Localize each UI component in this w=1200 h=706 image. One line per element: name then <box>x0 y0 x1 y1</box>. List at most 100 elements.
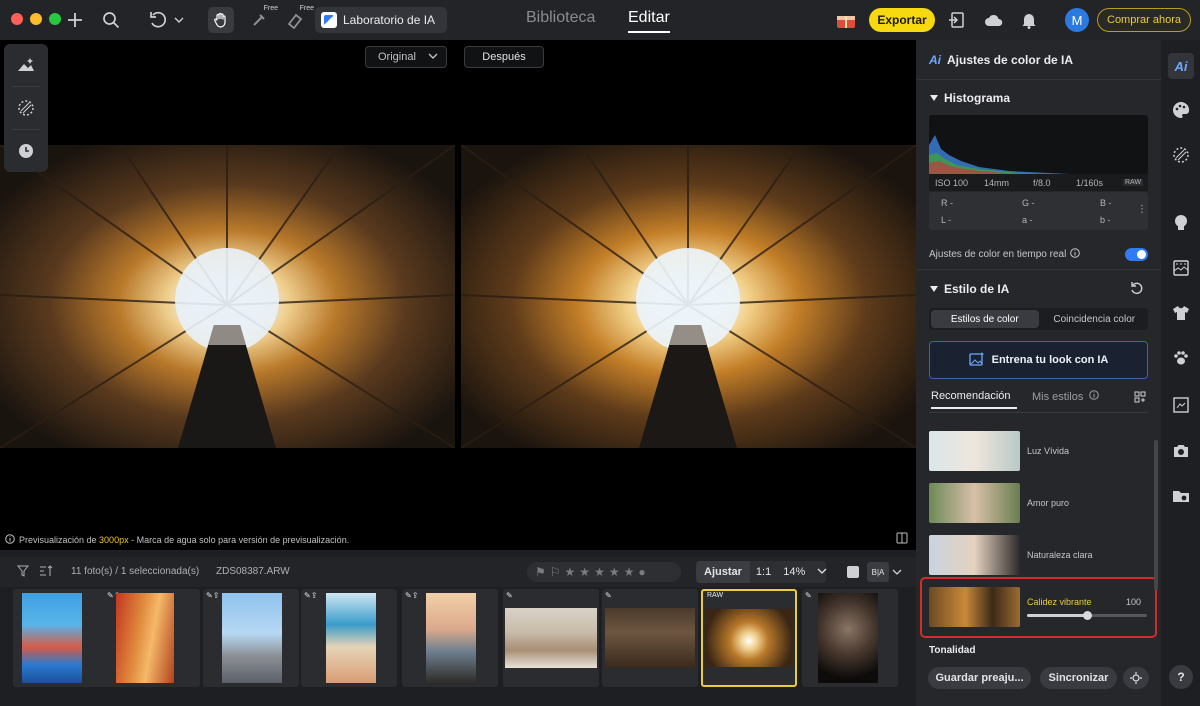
background-icon[interactable] <box>1169 256 1193 280</box>
train-look-label: Entrena tu look con IA <box>991 354 1109 366</box>
tab-library[interactable]: Biblioteca <box>526 9 595 27</box>
save-preset-button[interactable]: Guardar preaju... <box>928 667 1031 689</box>
chevron-down-icon[interactable] <box>811 566 833 579</box>
style-item-luz-vivida[interactable]: Luz Vívida <box>929 431 1139 473</box>
color-label-icon[interactable]: ● <box>638 565 645 579</box>
eraser-tool-icon[interactable]: Free <box>283 5 314 32</box>
zoom-window-button[interactable] <box>49 13 61 25</box>
style-thumbnail <box>929 431 1020 471</box>
info-icon[interactable] <box>1070 248 1081 261</box>
grid-view-icon[interactable] <box>1134 391 1146 406</box>
star-icon[interactable]: ★ <box>579 565 590 579</box>
tonality-section-header[interactable]: Tonalidad <box>929 645 975 656</box>
cloud-icon[interactable] <box>982 8 1006 32</box>
thumbnail[interactable]: ✎⇪ <box>203 589 299 687</box>
edited-icon: ✎⇪ <box>304 591 318 600</box>
ai-style-section-header[interactable]: Estilo de IA <box>930 282 1009 296</box>
star-icon[interactable]: ★ <box>609 565 620 579</box>
right-tool-rail: Ai ? <box>1161 40 1200 706</box>
bell-icon[interactable] <box>1017 8 1041 32</box>
thumbnail[interactable]: ✎⇪ <box>402 589 498 687</box>
after-button[interactable]: Después <box>464 46 544 68</box>
search-icon[interactable] <box>99 8 123 32</box>
close-window-button[interactable] <box>11 13 23 25</box>
edited-photo <box>461 145 916 448</box>
noise-reduction-icon[interactable] <box>4 87 48 129</box>
filmstrip-toolbar: 11 foto(s) / 1 seleccionada(s) ZDS08387.… <box>0 557 916 587</box>
minimize-window-button[interactable] <box>30 13 42 25</box>
thumbnail[interactable]: ✎⇪ <box>104 589 200 687</box>
gift-icon[interactable] <box>834 8 858 32</box>
more-options-icon[interactable]: ⋮ <box>1137 204 1147 215</box>
chevron-down-icon[interactable] <box>892 566 902 580</box>
export-button[interactable]: Exportar <box>869 8 935 32</box>
panel-title: Ajustes de color de IA <box>947 52 1074 67</box>
view-mode-select[interactable]: Original <box>365 46 447 68</box>
folder-view-icon[interactable] <box>1169 484 1193 508</box>
seg-color-match[interactable]: Coincidencia color <box>1041 308 1149 330</box>
image-canvas[interactable]: Original Después Previsualización de 300… <box>0 40 916 550</box>
thumbnail[interactable]: ✎ <box>503 589 599 687</box>
style-thumbnail <box>929 535 1020 575</box>
tab-recommended[interactable]: Recomendación <box>931 390 1021 409</box>
reject-flag-icon[interactable]: ⚐ <box>550 565 561 579</box>
thumbnail-selected[interactable]: RAW <box>701 589 797 687</box>
image-sparkle-icon <box>968 351 985 369</box>
ai-lab-button[interactable]: Laboratorio de IA <box>315 7 447 33</box>
single-view-icon[interactable] <box>847 566 859 578</box>
thumbnail[interactable] <box>13 589 109 687</box>
star-icon[interactable]: ★ <box>565 565 576 579</box>
collapse-triangle-icon <box>930 286 938 292</box>
thumbnail[interactable]: ✎⇪ <box>301 589 397 687</box>
flag-icon[interactable]: ⚑ <box>535 565 546 579</box>
clothing-icon[interactable] <box>1169 301 1193 325</box>
sort-icon[interactable] <box>39 564 53 581</box>
before-after-view-button[interactable]: B|A <box>867 562 889 582</box>
buy-now-button[interactable]: Comprar ahora <box>1097 8 1191 32</box>
pet-icon[interactable] <box>1169 346 1193 370</box>
denoise-icon[interactable] <box>1169 143 1193 167</box>
sync-settings-icon[interactable] <box>1123 667 1149 689</box>
style-mode-segmented: Estilos de color Coincidencia color <box>929 308 1148 330</box>
palette-icon[interactable] <box>1169 98 1193 122</box>
fit-button[interactable]: Ajustar <box>696 561 750 583</box>
add-icon[interactable] <box>63 8 87 32</box>
histogram-section-header[interactable]: Histograma <box>930 91 1010 105</box>
landscape-ai-icon[interactable] <box>4 44 48 86</box>
history-icon[interactable] <box>4 130 48 172</box>
hand-tool-icon[interactable] <box>208 7 234 33</box>
ai-color-icon[interactable]: Ai <box>1168 53 1194 79</box>
retouch-tool-icon[interactable]: Free <box>247 5 278 32</box>
one-to-one-button[interactable]: 1:1 <box>750 566 777 578</box>
zoom-level[interactable]: 14% <box>777 566 811 578</box>
preview-note-size: 3000px <box>99 535 129 545</box>
exif-iso: ISO 100 <box>935 177 969 188</box>
style-item-amor-puro[interactable]: Amor puro <box>929 483 1139 525</box>
style-item-naturaleza-clara[interactable]: Naturaleza clara <box>929 535 1139 577</box>
panel-scrollbar[interactable] <box>1154 440 1158 590</box>
realtime-toggle[interactable] <box>1125 248 1148 261</box>
portrait-icon[interactable] <box>1169 210 1193 234</box>
split-view-icon[interactable] <box>896 532 908 547</box>
histogram-title: Histograma <box>944 91 1011 105</box>
camera-icon[interactable] <box>1169 439 1193 463</box>
help-button[interactable]: ? <box>1169 665 1193 689</box>
tab-edit[interactable]: Editar <box>628 9 670 33</box>
avatar[interactable]: M <box>1065 8 1089 32</box>
undo-icon[interactable] <box>146 8 170 32</box>
tab-my-styles[interactable]: Mis estilos <box>1032 390 1112 403</box>
seg-color-styles[interactable]: Estilos de color <box>931 310 1039 328</box>
reset-icon[interactable] <box>1130 281 1144 298</box>
star-icon[interactable]: ★ <box>594 565 605 579</box>
crop-icon[interactable] <box>1169 393 1193 417</box>
chevron-down-icon[interactable] <box>170 8 188 32</box>
thumbnail[interactable]: ✎ <box>602 589 698 687</box>
info-icon <box>5 534 15 546</box>
thumbnail[interactable]: ✎ <box>802 589 898 687</box>
divider <box>916 269 1161 270</box>
sync-button[interactable]: Sincronizar <box>1040 667 1117 689</box>
train-look-button[interactable]: Entrena tu look con IA <box>929 341 1148 379</box>
star-icon[interactable]: ★ <box>624 565 635 579</box>
filter-icon[interactable] <box>16 565 30 580</box>
import-icon[interactable] <box>945 8 969 32</box>
